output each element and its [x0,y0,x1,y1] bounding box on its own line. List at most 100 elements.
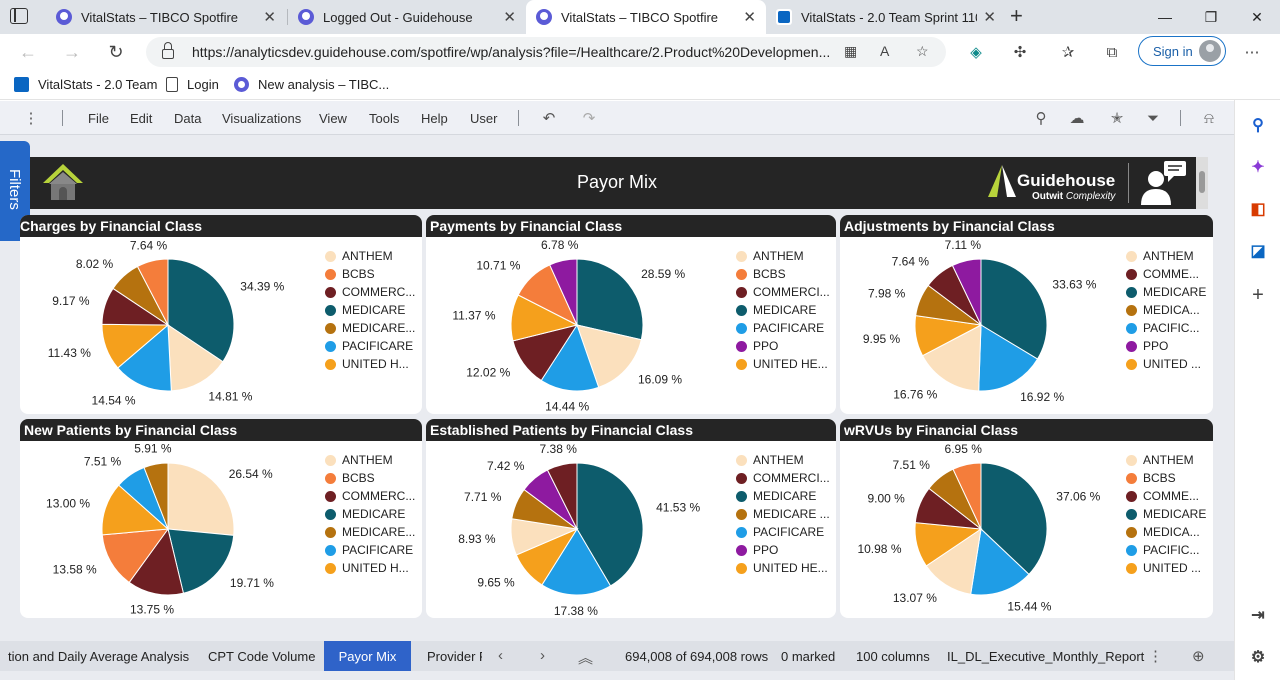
legend-item[interactable]: UNITED H... [325,559,420,577]
legend-item[interactable]: MEDICARE [325,505,420,523]
page-tab-cpt-code-volume[interactable]: CPT Code Volume [196,641,324,671]
app-available-icon[interactable]: ▦ [844,43,857,60]
chart-panel-adjustments[interactable]: Adjustments by Financial Class 33.63 % 16… [840,215,1213,414]
menu-edit[interactable]: Edit [130,111,152,126]
browser-tab-1[interactable]: VitalStats – TIBCO Spotfire ✕ [46,0,286,34]
add-icon[interactable]: + [1247,284,1269,306]
back-button[interactable]: ← [14,38,42,66]
page-tab-payor-mix[interactable]: Payor Mix [324,641,411,671]
pie-chart[interactable]: 37.06 % 15.44 % 13.07 % 10.98 % 9.00 % 7.51 %… [840,441,1125,618]
notification-bell-icon[interactable]: ⍾ [1200,109,1218,127]
legend-item[interactable]: BCBS [325,265,420,283]
legend-item[interactable]: COMMERC... [325,283,420,301]
url-text[interactable]: https://analyticsdev.guidehouse.com/spot… [192,44,832,60]
legend-item[interactable]: MEDICA... [1126,301,1211,319]
sign-in-button[interactable]: Sign in [1138,36,1226,66]
legend-item[interactable]: ANTHEM [325,247,420,265]
bookmark-new-analysis[interactable]: New analysis – TIBC... [234,77,389,92]
more-vertical-icon[interactable]: ⋮ [1148,647,1163,665]
header-scrollbar[interactable] [1196,157,1208,209]
chart-panel-new-patients[interactable]: New Patients by Financial Class 26.54 % 1… [20,419,422,618]
menu-tools[interactable]: Tools [369,111,399,126]
chevron-right-icon[interactable]: › [540,647,545,664]
chart-legend[interactable]: ANTHEM BCBS COMMERC... MEDICARE MEDICARE... P… [325,247,420,373]
legend-item[interactable]: UNITED HE... [736,355,831,373]
bookmark-vitalstats-team[interactable]: VitalStats - 2.0 Team [14,77,157,92]
menu-view[interactable]: View [319,111,347,126]
browser-tab-2[interactable]: Logged Out - Guidehouse ✕ [288,0,526,34]
filter-icon[interactable]: ⏷ [1144,109,1162,127]
more-vertical-icon[interactable]: ⋮ [22,109,40,127]
undo-icon[interactable]: ↶ [540,109,558,127]
search-icon[interactable]: ⚲ [1247,114,1269,136]
legend-item[interactable]: PACIFICARE [736,319,831,337]
legend-item[interactable]: PACIFIC... [1126,319,1211,337]
legend-item[interactable]: PPO [736,337,831,355]
legend-item[interactable]: MEDICARE [1126,505,1211,523]
legend-item[interactable]: MEDICARE [1126,283,1211,301]
close-icon[interactable]: ✕ [263,8,276,26]
search-icon[interactable]: ⚲ [1032,109,1050,127]
pie-chart[interactable]: 41.53 % 17.38 % 9.65 % 8.93 % 7.71 % 7.42 % 7.… [426,441,731,618]
more-options-icon[interactable]: ⋯ [1242,43,1262,61]
browser-tab-4[interactable]: VitalStats - 2.0 Team Sprint 110_I ✕ [766,0,1006,34]
globe-icon[interactable]: ⊕ [1192,647,1205,665]
legend-item[interactable]: UNITED ... [1126,355,1211,373]
legend-item[interactable]: COMMERC... [325,487,420,505]
data-table-name[interactable]: IL_DL_Executive_Monthly_Report [947,649,1144,664]
legend-item[interactable]: ANTHEM [325,451,420,469]
chart-legend[interactable]: ANTHEM COMME... MEDICARE MEDICA... PACIFIC..… [1126,247,1211,373]
chart-panel-payments[interactable]: Payments by Financial Class 28.59 % 16.09… [426,215,836,414]
legend-item[interactable]: PACIFICARE [325,337,420,355]
page-tab-provider[interactable]: Provider F [416,641,482,671]
add-favorite-icon[interactable]: ☆ [916,43,929,60]
chart-panel-charges[interactable]: Charges by Financial Class 34.39 % 14.81 … [20,215,422,414]
user-feedback-icon[interactable] [1138,159,1190,207]
browser-tab-3[interactable]: VitalStats – TIBCO Spotfire ✕ [526,0,766,34]
legend-item[interactable]: BCBS [736,265,831,283]
forward-button[interactable]: → [58,38,86,66]
legend-item[interactable]: BCBS [325,469,420,487]
menu-visualizations[interactable]: Visualizations [222,111,301,126]
legend-item[interactable]: PPO [736,541,831,559]
chart-panel-established-patients[interactable]: Established Patients by Financial Class … [426,419,836,618]
new-tab-button[interactable]: + [1010,3,1023,29]
legend-item[interactable]: COMMERCI... [736,469,831,487]
close-icon[interactable]: ✕ [503,8,516,26]
settings-gear-icon[interactable]: ⚙ [1247,646,1269,668]
legend-item[interactable]: MEDICARE [325,301,420,319]
restore-button[interactable]: ❐ [1188,0,1234,34]
tab-actions-icon[interactable] [10,8,28,24]
legend-item[interactable]: BCBS [1126,469,1211,487]
legend-item[interactable]: PPO [1126,337,1211,355]
chart-panel-wrvus[interactable]: wRVUs by Financial Class 37.06 % 15.44 % 1… [840,419,1213,618]
menu-help[interactable]: Help [421,111,448,126]
legend-item[interactable]: ANTHEM [736,451,831,469]
menu-user[interactable]: User [470,111,497,126]
legend-item[interactable]: COMMERCI... [736,283,831,301]
outlook-icon[interactable]: ◪ [1247,240,1269,262]
chart-legend[interactable]: ANTHEM COMMERCI... MEDICARE MEDICARE ... PAC… [736,451,831,577]
legend-item[interactable]: ANTHEM [1126,247,1211,265]
legend-item[interactable]: MEDICARE [736,301,831,319]
menu-file[interactable]: File [88,111,109,126]
bookmark-login[interactable]: Login [166,77,219,92]
page-tab-daily-average[interactable]: tion and Daily Average Analysis [0,641,192,671]
pie-chart[interactable]: 28.59 % 16.09 % 14.44 % 12.02 % 11.37 % 10.71… [426,237,731,414]
chevron-left-icon[interactable]: ‹ [498,647,503,664]
legend-item[interactable]: COMME... [1126,265,1211,283]
legend-item[interactable]: ANTHEM [1126,451,1211,469]
office-icon[interactable]: ◧ [1247,198,1269,220]
legend-item[interactable]: MEDICARE [736,487,831,505]
bookmark-icon[interactable]: ✭ [1108,109,1126,127]
close-icon[interactable]: ✕ [743,8,756,26]
window-close-button[interactable]: ✕ [1234,0,1280,34]
legend-item[interactable]: PACIFICARE [325,541,420,559]
pie-slice[interactable] [167,462,235,536]
pie-chart[interactable]: 26.54 % 19.71 % 13.75 % 13.58 % 13.00 % 7.51 … [20,441,320,618]
legend-item[interactable]: MEDICARE... [325,319,420,337]
legend-item[interactable]: MEDICARE ... [736,505,831,523]
legend-item[interactable]: PACIFICARE [736,523,831,541]
legend-item[interactable]: UNITED H... [325,355,420,373]
read-aloud-icon[interactable]: A [880,43,889,59]
